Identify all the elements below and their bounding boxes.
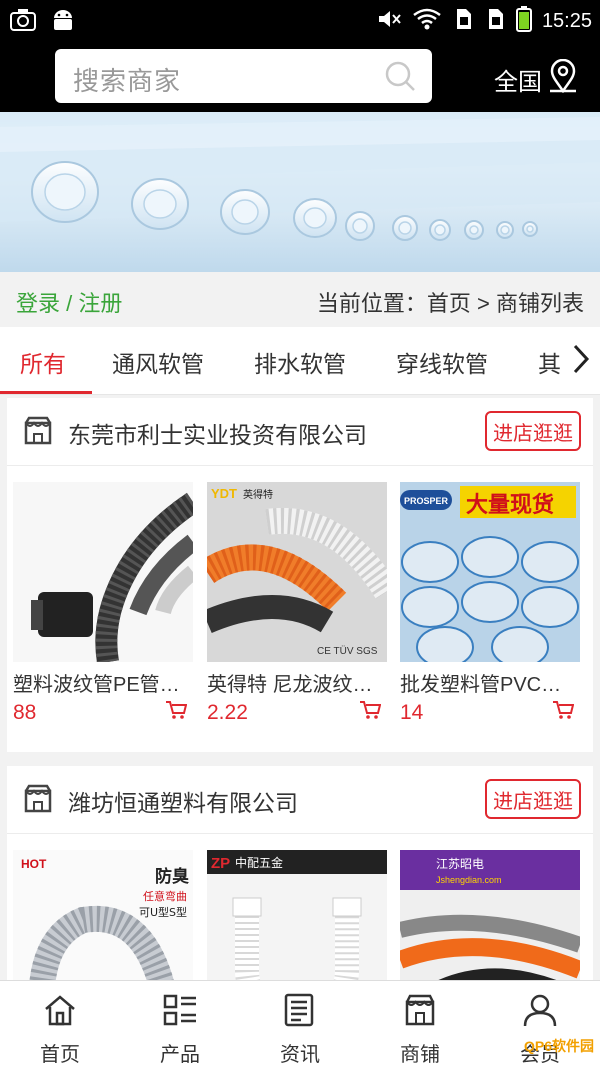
battery-icon bbox=[515, 6, 532, 37]
product-list: HOT 防臭 任意弯曲 可U型S型 ZP 中配五金 江苏昭电 Jshengdia… bbox=[7, 834, 593, 980]
search-placeholder: 搜索商家 bbox=[73, 66, 182, 96]
product-image[interactable]: PROSPER 大量现货 bbox=[400, 482, 580, 662]
nav-shops[interactable]: 商铺 bbox=[370, 993, 470, 1067]
wifi-icon bbox=[412, 7, 442, 36]
nav-home-label: 首页 bbox=[40, 1044, 80, 1066]
product-image[interactable]: 江苏昭电 Jshengdian.com bbox=[400, 850, 580, 980]
status-bar: 15:25 bbox=[0, 0, 600, 42]
product-item[interactable]: 塑料波纹管PE管… 88 bbox=[13, 482, 193, 725]
shop-card: 东莞市利士实业投资有限公司 进店逛逛 塑料波纹管PE管… 88 YDT 英得特 … bbox=[7, 398, 593, 752]
shop-header: 潍坊恒通塑料有限公司 进店逛逛 bbox=[7, 766, 593, 834]
tab-all[interactable]: 所有 bbox=[20, 345, 66, 379]
chevron-right-icon bbox=[572, 343, 590, 380]
banner-image[interactable] bbox=[0, 112, 600, 272]
product-image[interactable]: ZP 中配五金 bbox=[207, 850, 387, 980]
active-tab-indicator bbox=[0, 391, 92, 394]
product-image[interactable] bbox=[13, 482, 193, 662]
region-label: 全国 bbox=[494, 69, 542, 96]
login-register-link[interactable]: 登录 / 注册 bbox=[16, 286, 122, 318]
screenshot-icon bbox=[10, 8, 36, 37]
product-image[interactable]: HOT 防臭 任意弯曲 可U型S型 bbox=[13, 850, 193, 980]
product-name: 英得特 尼龙波纹… bbox=[207, 674, 373, 696]
nav-products-label: 产品 bbox=[160, 1044, 200, 1066]
product-name: 塑料波纹管PE管… bbox=[13, 674, 180, 696]
news-icon bbox=[250, 993, 350, 1032]
tab-drain-hose[interactable]: 排水软管 bbox=[254, 345, 346, 379]
cart-icon[interactable] bbox=[552, 700, 575, 725]
brand-logo-cn: 英得特 bbox=[243, 488, 273, 501]
shop-header: 东莞市利士实业投资有限公司 进店逛逛 bbox=[7, 398, 593, 466]
brand-site: Jshengdian.com bbox=[436, 875, 502, 885]
shop-name[interactable]: 潍坊恒通塑料有限公司 bbox=[68, 784, 298, 818]
watermark-logo: QP6软件园 bbox=[523, 1038, 594, 1054]
home-icon bbox=[10, 993, 110, 1032]
hot-tag: HOT bbox=[21, 857, 47, 871]
sim2-icon bbox=[484, 7, 506, 36]
visit-shop-button[interactable]: 进店逛逛 bbox=[485, 779, 581, 819]
visit-shop-button[interactable]: 进店逛逛 bbox=[485, 411, 581, 451]
grid-list-icon bbox=[130, 993, 230, 1032]
promo-sub2: 可U型S型 bbox=[139, 905, 187, 919]
search-input[interactable]: 搜索商家 bbox=[55, 49, 432, 103]
brand-logo: 江苏昭电 bbox=[436, 857, 484, 871]
header: 搜索商家 全国 bbox=[0, 42, 600, 112]
product-list: 塑料波纹管PE管… 88 YDT 英得特 CE TÜV SGS 英得特 尼龙波纹… bbox=[7, 466, 593, 751]
status-time: 15:25 bbox=[541, 10, 592, 32]
nav-products[interactable]: 产品 bbox=[130, 993, 230, 1067]
location-pin-icon bbox=[548, 58, 578, 100]
product-name: 批发塑料管PVC… bbox=[400, 674, 562, 696]
tabs-scroll-right[interactable] bbox=[562, 327, 600, 394]
product-image[interactable]: YDT 英得特 CE TÜV SGS bbox=[207, 482, 387, 662]
store-icon bbox=[370, 993, 470, 1032]
product-item[interactable]: 江苏昭电 Jshengdian.com bbox=[400, 850, 580, 980]
brand-logo: YDT bbox=[211, 486, 237, 501]
product-item[interactable]: YDT 英得特 CE TÜV SGS 英得特 尼龙波纹… 2.22 bbox=[207, 482, 387, 725]
android-icon bbox=[50, 8, 76, 37]
tab-other[interactable]: 其 bbox=[538, 345, 561, 379]
sim1-icon bbox=[452, 7, 474, 36]
shop-card: 潍坊恒通塑料有限公司 进店逛逛 HOT 防臭 任意弯曲 可U型S型 ZP 中配五… bbox=[7, 766, 593, 980]
tab-ventilation-hose[interactable]: 通风软管 bbox=[112, 345, 204, 379]
nav-news-label: 资讯 bbox=[280, 1044, 320, 1066]
product-item[interactable]: HOT 防臭 任意弯曲 可U型S型 bbox=[13, 850, 193, 980]
certification-badge: CE TÜV SGS bbox=[317, 645, 378, 657]
mute-icon bbox=[376, 7, 402, 36]
category-tabs: 所有 通风软管 排水软管 穿线软管 其 bbox=[0, 327, 600, 395]
nav-news[interactable]: 资讯 bbox=[250, 993, 350, 1067]
breadcrumb: 当前位置：首页 > 商铺列表 bbox=[316, 291, 584, 316]
nav-home[interactable]: 首页 bbox=[10, 993, 110, 1067]
search-icon[interactable] bbox=[384, 60, 416, 97]
promo-headline: 大量现货 bbox=[466, 492, 554, 518]
brand-logo: ZP bbox=[211, 855, 230, 872]
brand-logo-cn: 中配五金 bbox=[235, 855, 283, 870]
brand-logo: PROSPER bbox=[404, 496, 449, 506]
nav-shops-label: 商铺 bbox=[400, 1044, 440, 1066]
breadcrumb-row: 登录 / 注册 当前位置：首页 > 商铺列表 bbox=[0, 272, 600, 327]
store-icon bbox=[23, 783, 53, 820]
cart-icon[interactable] bbox=[359, 700, 382, 725]
promo-headline: 防臭 bbox=[155, 866, 189, 887]
store-icon bbox=[23, 415, 53, 452]
tab-wire-conduit[interactable]: 穿线软管 bbox=[396, 345, 488, 379]
shop-name[interactable]: 东莞市利士实业投资有限公司 bbox=[68, 416, 367, 450]
bottom-nav: 首页 产品 资讯 商铺 会员 bbox=[0, 980, 600, 1067]
user-icon bbox=[490, 993, 590, 1032]
region-selector[interactable]: 全国 bbox=[494, 58, 578, 100]
cart-icon[interactable] bbox=[165, 700, 188, 725]
promo-sub1: 任意弯曲 bbox=[143, 889, 187, 903]
product-item[interactable]: ZP 中配五金 bbox=[207, 850, 387, 980]
product-item[interactable]: PROSPER 大量现货 批发塑料管PVC… 14 bbox=[400, 482, 580, 725]
